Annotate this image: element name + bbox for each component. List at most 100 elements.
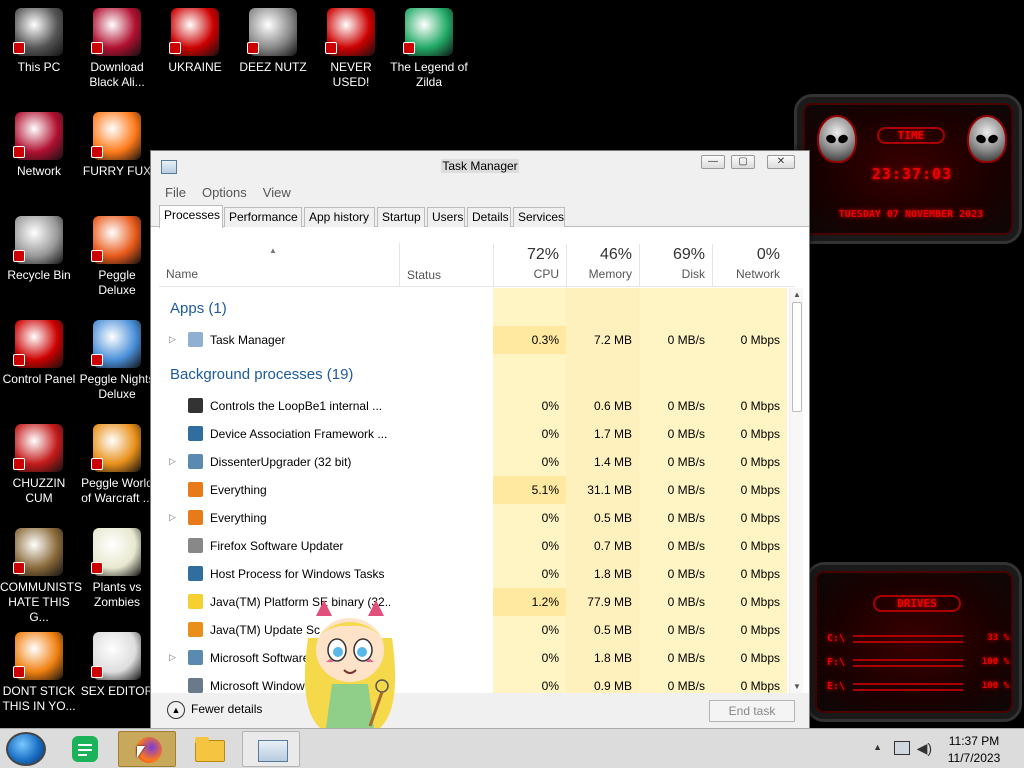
cpu-percent: 72% [526,246,559,263]
process-row[interactable]: ▷ DissenterUpgrader (32 bit) 0% 1.4 MB 0 MB/… [159,448,787,476]
process-network: 0 Mbps [740,333,780,347]
process-cpu: 0.3% [531,333,559,347]
window-title: Task Manager [441,159,519,173]
scroll-up-icon[interactable]: ▲ [790,290,804,299]
show-hidden-icons-icon[interactable]: ▲ [873,742,882,752]
taskbar-notes-icon[interactable] [56,731,114,767]
process-row[interactable]: ▷ Task Manager 0.3% 7.2 MB 0 MB/s 0 Mbps [159,326,787,354]
process-name: Firefox Software Updater [210,539,344,553]
process-row[interactable]: Everything 5.1% 31.1 MB 0 MB/s 0 Mbps [159,476,787,504]
chuzzin-cum-icon [13,424,63,472]
process-row[interactable]: ▷ Everything 0% 0.5 MB 0 MB/s 0 Mbps [159,504,787,532]
column-network[interactable]: 0% Network [712,244,787,287]
expand-chevron-icon[interactable]: ▷ [169,512,176,523]
column-name[interactable]: Name [166,267,198,281]
tab-bar: Processes Performance App history Startu… [151,203,809,228]
desktop-icon[interactable]: FURRY FUX [78,112,156,179]
scroll-down-icon[interactable]: ▼ [790,682,804,691]
tab-services[interactable]: Services [513,207,565,227]
desktop-icon[interactable]: Plants vs Zombies [78,528,156,610]
expand-chevron-icon[interactable]: ▷ [169,652,176,663]
desktop-icon-label: NEVER USED! [330,60,372,89]
menu-options[interactable]: Options [202,185,247,200]
tab-startup[interactable]: Startup [377,207,425,227]
tab-app-history[interactable]: App history [304,207,375,227]
taskbar-firefox-icon[interactable] [118,731,176,767]
desktop-icon-label: Peggle Nights Deluxe [79,372,155,401]
shortcut-arrow-icon [91,354,103,366]
vertical-scrollbar[interactable]: ▲ ▼ [789,288,803,693]
process-network: 0 Mbps [740,399,780,413]
fewer-details-button[interactable]: ▲ Fewer details [167,701,262,719]
desktop-icon[interactable]: CHUZZIN CUM [0,424,78,506]
menu-view[interactable]: View [263,185,291,200]
shortcut-arrow-icon [91,458,103,470]
desktop-icon[interactable]: SEX EDITOR [78,632,156,699]
tab-processes[interactable]: Processes [159,205,223,228]
tab-details[interactable]: Details [467,207,511,227]
scroll-thumb[interactable] [792,302,802,412]
start-orb-icon[interactable] [6,732,46,766]
expand-chevron-icon[interactable]: ▷ [169,456,176,467]
process-disk: 0 MB/s [667,679,705,693]
taskbar-file-explorer-icon[interactable] [180,731,238,767]
desktop-icon[interactable]: Peggle World of Warcraft ... [78,424,156,506]
sort-arrow-icon: ▲ [269,246,277,255]
network-icon[interactable] [894,741,910,755]
process-row[interactable]: Host Process for Windows Tasks 0% 1.8 MB 0 … [159,560,787,588]
desktop-icon-label: UKRAINE [168,60,222,74]
desktop-icon[interactable]: COMMUNISTS HATE THIS G... [0,528,82,625]
shortcut-arrow-icon [403,42,415,54]
close-button[interactable]: ✕ [767,155,795,169]
desktop-icon[interactable]: Control Panel [0,320,78,387]
taskbar-clock-time[interactable]: 11:37 PM [944,734,1004,748]
desktop-icon[interactable]: DONT STICK THIS IN YO... [0,632,78,714]
peggle-world-of-warcraft-icon [91,424,141,472]
desktop-icon[interactable]: UKRAINE [156,8,234,75]
column-status[interactable]: Status [399,243,441,286]
desktop-icon[interactable]: The Legend of Zilda [390,8,468,90]
memory-label: Memory [588,267,632,281]
column-memory[interactable]: 46% Memory [566,244,639,287]
process-row[interactable]: ▷ Microsoft Software 0% 1.8 MB 0 MB/s 0 Mbps [159,644,787,672]
column-cpu[interactable]: 72% CPU [493,244,566,287]
tab-users[interactable]: Users [427,207,465,227]
process-row[interactable]: Firefox Software Updater 0% 0.7 MB 0 MB/s 0 … [159,532,787,560]
menu-file[interactable]: File [165,185,186,200]
peggle-nights-deluxe-icon [91,320,141,368]
deez-nutz-icon [247,8,297,56]
taskbar-task-manager-icon[interactable] [242,731,300,767]
process-name: Controls the LoopBe1 internal ... [210,399,383,413]
desktop-icon[interactable]: Peggle Nights Deluxe [78,320,156,402]
shortcut-arrow-icon [247,42,259,54]
process-cpu: 0% [541,455,559,469]
volume-icon[interactable]: ◀) [917,740,932,757]
minimize-button[interactable]: — [701,155,725,169]
process-row[interactable]: Controls the LoopBe1 internal ... 0% 0.6 M… [159,392,787,420]
process-row[interactable]: Java(TM) Update Sc 0% 0.5 MB 0 MB/s 0 Mbps [159,616,787,644]
desktop-icon[interactable]: Network [0,112,78,179]
tab-performance[interactable]: Performance [224,207,302,227]
taskbar-clock-date[interactable]: 11/7/2023 [944,751,1004,765]
process-row[interactable]: Device Association Framework ... 0% 1.7 MB… [159,420,787,448]
shortcut-arrow-icon [13,146,25,158]
process-memory: 0.9 MB [593,679,632,693]
process-row[interactable]: Java(TM) Platform SE binary (32... 1.2% 77… [159,588,787,616]
process-disk: 0 MB/s [667,333,705,347]
desktop-icon-label: DONT STICK THIS IN YO... [2,684,76,713]
maximize-button[interactable]: ▢ [731,155,755,169]
expand-chevron-icon[interactable]: ▷ [169,334,176,345]
desktop-icon-label: COMMUNISTS HATE THIS G... [0,580,82,624]
desktop-icon[interactable]: Recycle Bin [0,216,78,283]
desktop-icon[interactable]: This PC [0,8,78,75]
desktop-icon[interactable]: Peggle Deluxe [78,216,156,298]
desktop-icon[interactable]: NEVER USED! [312,8,390,90]
column-disk[interactable]: 69% Disk [639,244,712,287]
title-bar[interactable]: Task Manager — ▢ ✕ [151,151,809,181]
end-task-button[interactable]: End task [709,700,795,722]
chevron-up-icon: ▲ [167,701,185,719]
desktop-icon[interactable]: DEEZ NUTZ [234,8,312,75]
process-row[interactable]: Microsoft Window 0% 0.9 MB 0 MB/s 0 Mbps [159,672,787,693]
process-memory: 1.8 MB [593,651,632,665]
desktop-icon[interactable]: Download Black Ali... [78,8,156,90]
